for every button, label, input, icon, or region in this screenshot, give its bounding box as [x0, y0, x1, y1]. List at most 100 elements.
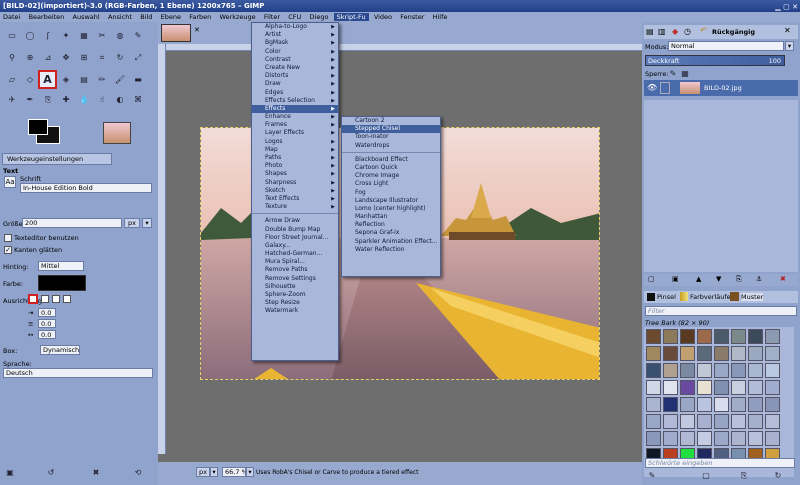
pattern-swatch[interactable]	[731, 380, 746, 395]
pattern-swatch[interactable]	[731, 397, 746, 412]
lock-alpha-icon[interactable]: ▦	[680, 68, 690, 78]
unit-select[interactable]: px	[196, 467, 210, 477]
menu-script-fu[interactable]: Skript-Fu	[333, 13, 369, 21]
pattern-swatch[interactable]	[646, 346, 661, 361]
pencil-icon[interactable]: ✏	[96, 74, 108, 86]
pattern-swatch[interactable]	[765, 397, 780, 412]
menu-item-mura-spiral[interactable]: Mura Spiral...	[252, 258, 338, 266]
justify-left-icon[interactable]	[28, 294, 38, 304]
ink-icon[interactable]: ✒	[24, 94, 36, 106]
pattern-swatch[interactable]	[646, 363, 661, 378]
layers-tab-icon[interactable]: ▤	[646, 27, 654, 36]
gradient-tab-icon[interactable]	[680, 292, 688, 301]
scissors-icon[interactable]: ✂	[96, 30, 108, 42]
pattern-swatch[interactable]	[697, 346, 712, 361]
pattern-swatch[interactable]	[748, 346, 763, 361]
foreground-color-swatch[interactable]	[28, 119, 48, 135]
pattern-swatch[interactable]	[646, 431, 661, 446]
submenu-item-water-reflection[interactable]: Water Reflection	[342, 246, 440, 254]
menu-hilfe[interactable]: Hilfe	[430, 13, 451, 21]
zoom-input[interactable]: 66,7 %	[222, 467, 246, 477]
blend-icon[interactable]: ▤	[78, 74, 90, 86]
pattern-swatch[interactable]	[680, 329, 695, 344]
pattern-swatch[interactable]	[663, 380, 678, 395]
paths-icon[interactable]: ✎	[132, 30, 144, 42]
pattern-swatch[interactable]	[765, 346, 780, 361]
size-input[interactable]: 200	[22, 218, 122, 228]
menu-werkzeuge[interactable]: Werkzeuge	[217, 13, 259, 21]
menu-ebene[interactable]: Ebene	[158, 13, 184, 21]
pattern-swatch[interactable]	[765, 329, 780, 344]
chevron-down-icon[interactable]: ▾	[785, 41, 794, 51]
lock-pixels-icon[interactable]: ✎	[668, 68, 678, 78]
submenu-item-reflection[interactable]: Reflection	[342, 221, 440, 229]
menu-item-watermark[interactable]: Watermark	[252, 307, 338, 315]
pattern-swatch[interactable]	[714, 346, 729, 361]
pattern-swatch[interactable]	[680, 380, 695, 395]
restore-options-icon[interactable]: ↺	[45, 467, 57, 479]
menu-video[interactable]: Video	[371, 13, 395, 21]
window-controls[interactable]: ▁ ▢ ✕	[775, 1, 798, 12]
channels-tab-icon[interactable]: ▥	[658, 27, 666, 36]
menu-item-create-new[interactable]: Create New ▶	[252, 64, 338, 72]
chain-icon[interactable]	[660, 82, 670, 94]
free-select-icon[interactable]: ʃ	[42, 30, 54, 42]
submenu-item-landscape-illustrator[interactable]: Landscape Illustrator	[342, 197, 440, 205]
menu-item-double-bump-map[interactable]: Double Bump Map	[252, 226, 338, 234]
submenu-item-sparkler-animation[interactable]: Sparkler Animation Effect...	[342, 238, 440, 246]
menu-item-sphere-zoom[interactable]: Sphere-Zoom	[252, 291, 338, 299]
pattern-swatch[interactable]	[680, 397, 695, 412]
menu-item-silhouette[interactable]: Silhouette	[252, 283, 338, 291]
pattern-tab-icon[interactable]	[730, 292, 739, 301]
menu-datei[interactable]: Datei	[0, 13, 23, 21]
submenu-item-stepped-chisel[interactable]: Stepped Chisel	[342, 125, 440, 134]
paths-tab-icon[interactable]: ◆	[672, 27, 678, 36]
clone-icon[interactable]: ⎘	[42, 94, 54, 106]
pattern-swatch[interactable]	[748, 414, 763, 429]
editor-checkbox[interactable]	[4, 234, 12, 242]
pattern-swatch[interactable]	[697, 431, 712, 446]
fuzzy-select-icon[interactable]: ✦	[60, 30, 72, 42]
brush-icon[interactable]: 🖌	[114, 74, 126, 86]
pattern-swatch[interactable]	[697, 363, 712, 378]
submenu-item-waterdrops[interactable]: Waterdrops	[342, 142, 440, 150]
menu-bild[interactable]: Bild	[137, 13, 155, 21]
pattern-swatch[interactable]	[731, 363, 746, 378]
menu-item-shapes[interactable]: Shapes ▶	[252, 170, 338, 178]
raise-layer-icon[interactable]: ▲	[696, 275, 701, 283]
menu-item-enhance[interactable]: Enhance ▶	[252, 113, 338, 121]
active-image-thumbnail[interactable]	[103, 122, 131, 144]
menu-item-text-effects[interactable]: Text Effects ▶	[252, 195, 338, 203]
menu-fenster[interactable]: Fenster	[397, 13, 427, 21]
font-preview-icon[interactable]: Aa	[4, 176, 16, 188]
pattern-swatch[interactable]	[731, 346, 746, 361]
airbrush-icon[interactable]: ✈	[6, 94, 18, 106]
pattern-swatch[interactable]	[697, 414, 712, 429]
cage-icon[interactable]: ⌘	[132, 94, 144, 106]
submenu-item-cross-light[interactable]: Cross Light	[342, 180, 440, 188]
dodge-burn-icon[interactable]: ◐	[114, 94, 126, 106]
menu-item-photo[interactable]: Photo ▶	[252, 162, 338, 170]
pattern-swatch[interactable]	[663, 363, 678, 378]
pattern-swatch[interactable]	[765, 414, 780, 429]
reset-options-icon[interactable]: ⟲	[132, 467, 144, 479]
submenu-item-cartoon-quick[interactable]: Cartoon Quick	[342, 164, 440, 172]
submenu-item-manhattan[interactable]: Manhattan	[342, 213, 440, 221]
menu-item-artist[interactable]: Artist ▶	[252, 31, 338, 39]
menu-item-draw[interactable]: Draw ▶	[252, 80, 338, 88]
pattern-swatch[interactable]	[697, 397, 712, 412]
menu-item-texture[interactable]: Texture ▶	[252, 203, 338, 211]
image-tab-thumbnail[interactable]	[161, 24, 191, 42]
menu-filter[interactable]: Filter	[261, 13, 283, 21]
menu-item-remove-settings[interactable]: Remove Settings	[252, 275, 338, 283]
submenu-item-cartoon-2[interactable]: Cartoon 2	[342, 117, 440, 125]
menu-item-alpha-to-logo[interactable]: Alpha-to-Logo ▶	[252, 23, 338, 31]
menu-item-frames[interactable]: Frames ▶	[252, 121, 338, 129]
pattern-swatch[interactable]	[714, 329, 729, 344]
delete-options-icon[interactable]: ✖	[90, 467, 102, 479]
new-layer-icon[interactable]: ▢	[648, 275, 655, 283]
eraser-icon[interactable]: ▬	[132, 74, 144, 86]
menu-item-remove-paths[interactable]: Remove Paths	[252, 266, 338, 274]
menu-item-edges[interactable]: Edges ▶	[252, 89, 338, 97]
pattern-filter-input[interactable]: Filter	[645, 306, 797, 316]
